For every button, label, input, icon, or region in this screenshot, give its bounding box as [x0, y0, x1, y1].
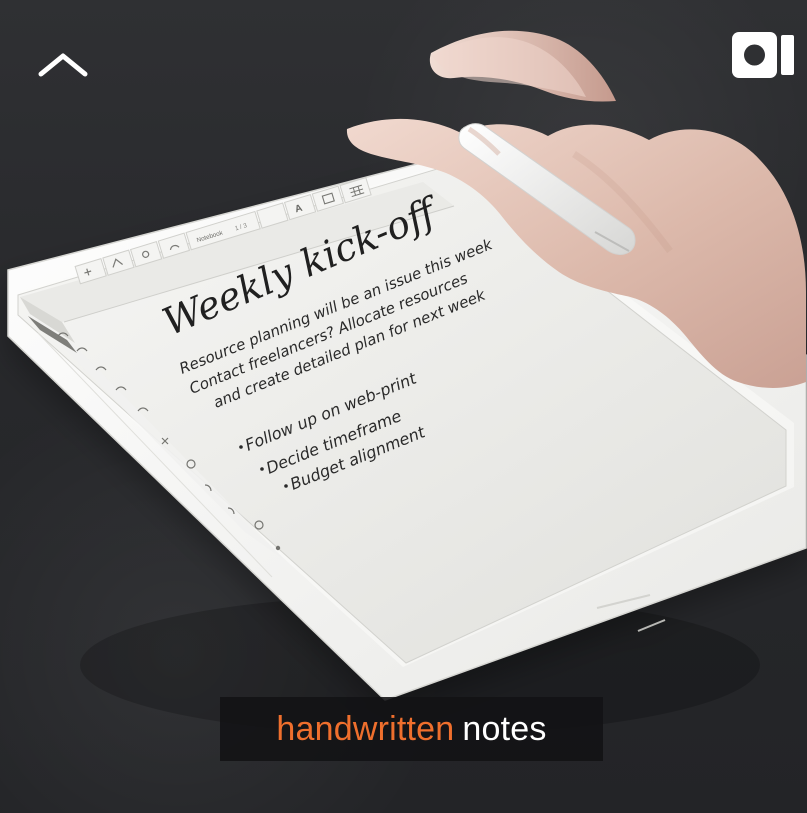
bullet-dot-1: [239, 445, 243, 449]
video-camera-icon[interactable]: [732, 26, 797, 84]
photo-scene: Notebook 1 / 3 A Weekly kick-off Resourc…: [7, 30, 807, 735]
caption-box: handwritten notes: [220, 697, 603, 761]
caption-accent-text: handwritten: [276, 710, 455, 748]
chevron-up-icon[interactable]: [33, 46, 93, 86]
screenshot-frame: Notebook 1 / 3 A Weekly kick-off Resourc…: [0, 0, 807, 813]
caption-rest-text: notes: [462, 710, 547, 748]
bullet-dot-3: [284, 484, 288, 488]
bullet-dot-2: [260, 467, 264, 471]
